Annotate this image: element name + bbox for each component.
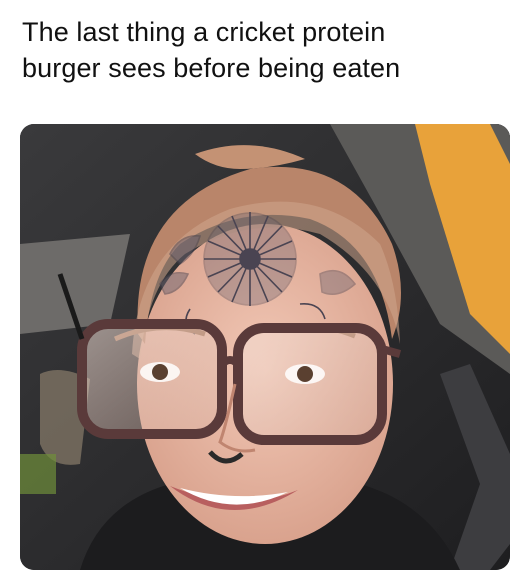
right-iris xyxy=(297,366,313,382)
selfie-photo xyxy=(20,124,510,570)
meme-post: The last thing a cricket protein burger … xyxy=(0,0,526,576)
left-iris xyxy=(152,364,168,380)
meme-caption: The last thing a cricket protein burger … xyxy=(22,14,512,86)
caption-line-2: burger sees before being eaten xyxy=(22,53,401,83)
caption-line-1: The last thing a cricket protein xyxy=(22,17,386,47)
selfie-illustration xyxy=(20,124,510,570)
green-object xyxy=(20,454,56,494)
